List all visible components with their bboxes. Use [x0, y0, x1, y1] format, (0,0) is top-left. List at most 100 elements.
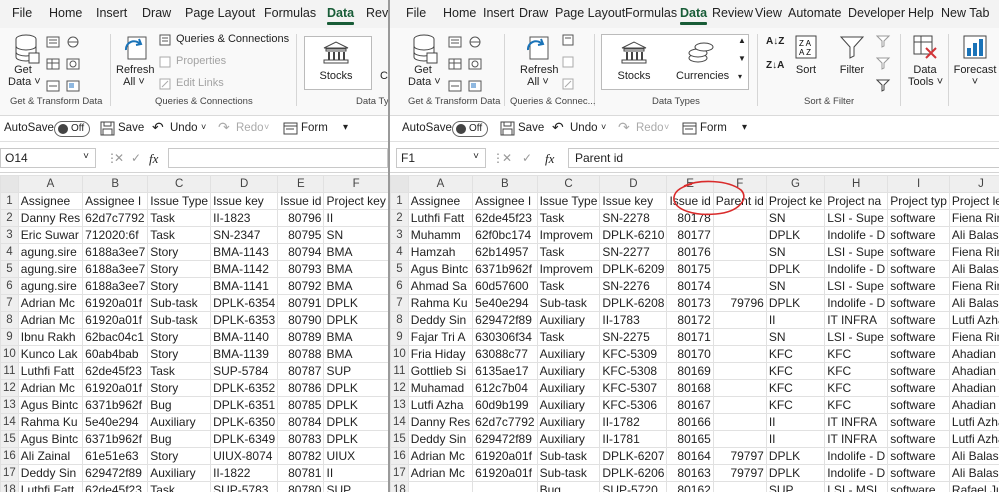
cell[interactable]: [712, 430, 767, 448]
column-header[interactable]: E: [277, 175, 325, 193]
redo-dropdown-icon[interactable]: ˅: [664, 122, 669, 132]
cell[interactable]: 61920a01f: [82, 294, 149, 312]
cell[interactable]: Indolife - D: [824, 294, 889, 312]
cell[interactable]: software: [887, 277, 950, 295]
cell[interactable]: 61920a01f: [82, 379, 149, 397]
from-range-icon[interactable]: [66, 80, 80, 92]
cell[interactable]: software: [887, 464, 950, 482]
autosave-toggle[interactable]: Off: [452, 121, 488, 137]
select-all-corner[interactable]: [390, 175, 409, 193]
header-cell[interactable]: Assignee: [407, 192, 474, 210]
cell[interactable]: 61920a01f: [472, 464, 538, 482]
row-number[interactable]: 11: [390, 362, 409, 380]
cell[interactable]: 60d9b199: [472, 396, 538, 414]
cell[interactable]: 80782: [277, 447, 325, 465]
properties-icon[interactable]: [562, 56, 574, 68]
form-icon[interactable]: [682, 122, 697, 135]
cell[interactable]: Danny Res: [407, 413, 474, 431]
cell[interactable]: SN: [323, 226, 388, 244]
cell[interactable]: SUP-5783: [210, 481, 279, 492]
refresh-all-button[interactable]: Refresh All ˅: [116, 64, 155, 88]
cell[interactable]: IT INFRA: [824, 430, 889, 448]
cell[interactable]: 712020:6f: [82, 226, 149, 244]
cell[interactable]: Bug: [536, 481, 601, 492]
cell[interactable]: 79797: [712, 464, 767, 482]
row-number[interactable]: 17: [0, 464, 19, 482]
row-number[interactable]: 18: [390, 481, 409, 492]
cell[interactable]: II-1823: [210, 209, 279, 227]
cell[interactable]: Ali Balasar: [948, 294, 999, 312]
row-number[interactable]: 14: [0, 413, 19, 431]
cell[interactable]: [407, 481, 474, 492]
cell[interactable]: Story: [147, 243, 212, 261]
tab-insert[interactable]: Insert: [96, 6, 127, 20]
cell[interactable]: Rahma Ku: [17, 413, 84, 431]
cell[interactable]: agung.sire: [17, 277, 84, 295]
cell[interactable]: 80794: [277, 243, 325, 261]
cell[interactable]: SN-2276: [599, 277, 668, 295]
cell[interactable]: KFC: [824, 379, 889, 397]
cell[interactable]: Task: [147, 362, 212, 380]
tab-data[interactable]: Data: [327, 6, 355, 25]
select-all-corner[interactable]: [0, 175, 19, 193]
cell[interactable]: software: [887, 481, 950, 492]
cell[interactable]: 629472f89: [472, 430, 538, 448]
edit-links-icon[interactable]: [562, 78, 574, 90]
cell[interactable]: 80787: [277, 362, 325, 380]
sort-a-to-z-icon[interactable]: A↓Z: [766, 36, 784, 47]
cell[interactable]: KFC: [765, 396, 826, 414]
cell[interactable]: Adrian Mc: [17, 294, 84, 312]
cell[interactable]: Auxiliary: [536, 396, 601, 414]
cell[interactable]: KFC-5307: [599, 379, 668, 397]
recent-sources-icon[interactable]: [66, 58, 80, 70]
cell[interactable]: software: [887, 447, 950, 465]
tab-review[interactable]: Review: [712, 6, 753, 20]
worksheet-grid[interactable]: ABCDEFG 1AssigneeAssignee IIssue TypeIss…: [0, 175, 388, 492]
cell[interactable]: Auxiliary: [536, 413, 601, 431]
cell[interactable]: 80785: [277, 396, 325, 414]
cell[interactable]: Task: [536, 277, 601, 295]
reapply-filter-icon[interactable]: [876, 56, 892, 70]
cell[interactable]: software: [887, 260, 950, 278]
cell[interactable]: 80784: [277, 413, 325, 431]
row-number[interactable]: 9: [390, 328, 409, 346]
cell[interactable]: II-1782: [599, 413, 668, 431]
cell[interactable]: SUP-5720: [599, 481, 668, 492]
cell[interactable]: 80790: [277, 311, 325, 329]
properties-button[interactable]: Properties: [176, 55, 226, 67]
cell[interactable]: Adrian Mc: [17, 379, 84, 397]
column-header[interactable]: A: [17, 175, 84, 193]
cell[interactable]: 80795: [277, 226, 325, 244]
cell[interactable]: SUP-5784: [210, 362, 279, 380]
row-number[interactable]: 15: [0, 430, 19, 448]
row-number[interactable]: 8: [390, 311, 409, 329]
column-header[interactable]: I: [887, 175, 950, 193]
cell[interactable]: Luthfi Fatt: [17, 362, 84, 380]
cell[interactable]: DPLK: [323, 396, 388, 414]
cell[interactable]: Ali Zainal: [17, 447, 84, 465]
cell[interactable]: Bug: [147, 396, 212, 414]
filter-button[interactable]: Filter: [836, 64, 868, 76]
redo-button[interactable]: Redo: [636, 122, 664, 134]
cell[interactable]: 6371b962f: [82, 396, 149, 414]
cell[interactable]: 80169: [666, 362, 714, 380]
cell[interactable]: 79797: [712, 447, 767, 465]
stocks-button[interactable]: Stocks: [316, 70, 356, 82]
cell[interactable]: Fiena Rind: [948, 209, 999, 227]
cell[interactable]: KFC: [765, 362, 826, 380]
column-header[interactable]: C: [147, 175, 212, 193]
cell[interactable]: [712, 413, 767, 431]
tab-review[interactable]: Revi: [366, 6, 388, 20]
cell[interactable]: SN: [765, 277, 826, 295]
cell[interactable]: [712, 379, 767, 397]
cell[interactable]: 62d7c7792: [472, 413, 538, 431]
cell[interactable]: Sub-task: [147, 311, 212, 329]
from-web-icon[interactable]: [66, 36, 80, 48]
cell[interactable]: Story: [147, 447, 212, 465]
row-number[interactable]: 8: [0, 311, 19, 329]
insert-function-button[interactable]: fx: [149, 151, 158, 167]
cell[interactable]: 80788: [277, 345, 325, 363]
column-header[interactable]: H: [824, 175, 889, 193]
cell[interactable]: Indolife - D: [824, 447, 889, 465]
cell[interactable]: KFC: [824, 362, 889, 380]
